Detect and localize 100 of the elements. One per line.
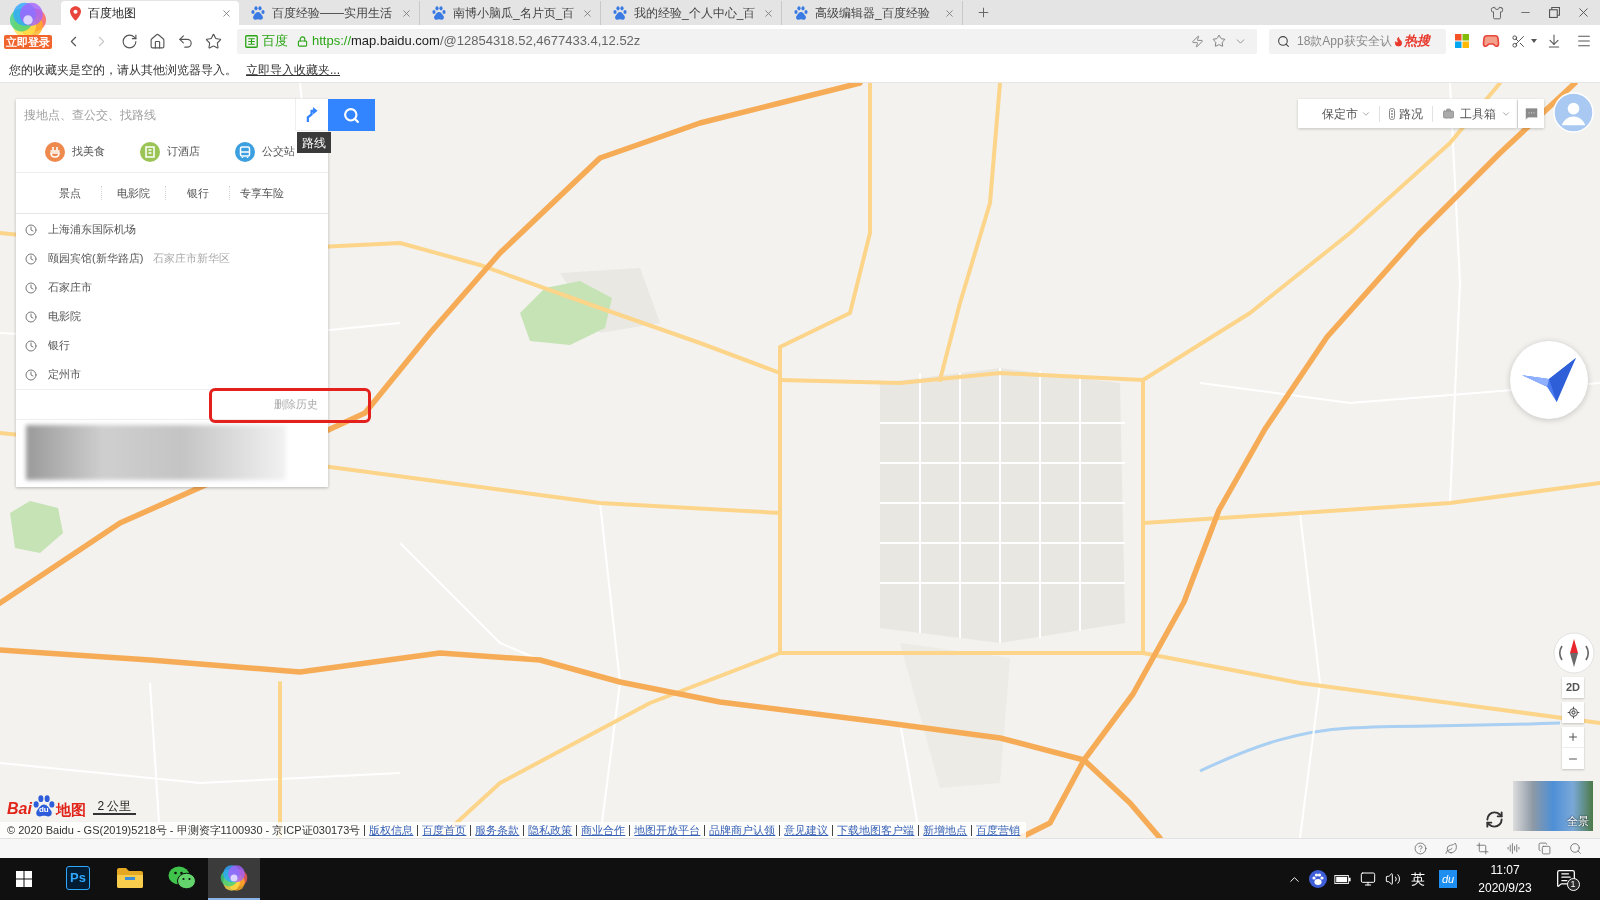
battery-icon[interactable] [1334, 874, 1351, 884]
clock-date[interactable]: 2020/9/23 [1478, 879, 1532, 897]
history-item[interactable]: 颐园宾馆(新华路店) 石家庄市新华区 [16, 244, 328, 273]
traffic-light-icon [1389, 107, 1395, 120]
notification-badge: 1 [1566, 878, 1580, 891]
volume-icon[interactable] [1384, 871, 1401, 887]
address-bar[interactable]: 百度 https://map.baidu.com/@12854318.52,4677433.4,12.52z [237, 28, 1257, 54]
footer-link[interactable]: 商业合作 [581, 821, 626, 838]
download-icon[interactable] [1546, 33, 1562, 49]
paw-icon [794, 6, 808, 20]
certificate-icon [245, 34, 258, 48]
search-field[interactable]: 18款App获安全认 热搜 [1269, 28, 1446, 54]
clock-icon [25, 368, 37, 381]
leaf-icon[interactable] [1445, 842, 1458, 855]
caret-icon[interactable] [1531, 39, 1537, 43]
close-tab-icon[interactable] [401, 7, 412, 19]
clock-icon [25, 339, 37, 352]
undo-icon[interactable] [176, 32, 194, 50]
reload-icon[interactable] [120, 32, 138, 50]
footer-link[interactable]: 百度营销 [976, 821, 1021, 838]
view-mode-button[interactable]: 2D [1562, 677, 1584, 698]
quick-link[interactable]: 专享车险 [240, 184, 284, 202]
notifications-icon[interactable] [1555, 868, 1576, 888]
route-tooltip: 路线 [297, 132, 331, 153]
hot-search-link[interactable]: 热搜 [1404, 31, 1430, 51]
history-item[interactable]: 上海浦东国际机场 [16, 215, 328, 244]
ime-indicator[interactable]: 英 [1411, 868, 1425, 890]
footer-link[interactable]: 地图开放平台 [634, 821, 701, 838]
network-icon[interactable] [1359, 871, 1376, 887]
search-icon [1277, 34, 1290, 48]
footer-link[interactable]: 意见建议 [784, 821, 829, 838]
question-icon[interactable] [1414, 842, 1427, 855]
locate-button[interactable] [1562, 702, 1584, 723]
close-tab-icon[interactable] [944, 7, 955, 19]
lightning-icon[interactable] [1191, 34, 1204, 48]
overlapping-squares-icon[interactable] [1538, 842, 1551, 855]
taskbar-app-button[interactable]: Ps [52, 858, 104, 900]
search-icon [343, 106, 360, 124]
close-tab-icon[interactable] [582, 7, 593, 19]
bookmark-star-icon[interactable] [1212, 34, 1226, 48]
tiles-icon[interactable] [1454, 34, 1469, 48]
close-icon[interactable] [1576, 5, 1591, 20]
footer-link[interactable]: 下载地图客户端 [837, 821, 915, 838]
city-switch-button[interactable]: 保定市 [1298, 104, 1379, 123]
history-item[interactable]: 电影院 [16, 302, 328, 331]
footer-link[interactable]: 隐私政策 [528, 821, 573, 838]
quick-link[interactable]: 景点 [58, 184, 81, 202]
shirt-icon[interactable] [1489, 5, 1504, 20]
close-tab-icon[interactable] [221, 7, 232, 19]
star-icon[interactable] [204, 32, 222, 50]
browser-tab[interactable]: 百度地图 [61, 1, 239, 25]
site-name: 百度 [262, 32, 288, 51]
search-button[interactable] [328, 99, 375, 131]
category-button[interactable]: 公交站 [235, 141, 295, 162]
clock-time[interactable]: 11:07 [1490, 861, 1520, 879]
history-item[interactable]: 定州市 [16, 360, 328, 389]
search-icon[interactable] [1569, 842, 1582, 855]
quick-link[interactable]: 银行 [186, 184, 209, 202]
paw-icon [613, 6, 627, 20]
sound-bars-icon[interactable] [1507, 842, 1520, 855]
scissors-icon[interactable] [1510, 33, 1526, 49]
flame-icon [1393, 35, 1404, 47]
close-tab-icon[interactable] [763, 7, 774, 19]
crop-icon[interactable] [1476, 842, 1489, 855]
paw-tray-icon[interactable] [1309, 870, 1327, 888]
footer-link[interactable]: 新增地点 [923, 821, 968, 838]
footer-link[interactable]: 版权信息 [369, 821, 414, 838]
map-pin-icon [70, 5, 81, 21]
traffic-button[interactable]: 路况 [1380, 104, 1432, 123]
clock-icon [25, 252, 37, 265]
locate-icon [1566, 706, 1580, 719]
restore-icon[interactable] [1549, 7, 1560, 18]
footer-link[interactable]: 品牌商户认领 [709, 821, 776, 838]
footer-link[interactable]: 百度首页 [422, 821, 467, 838]
taskbar-app-button[interactable] [208, 858, 260, 900]
footer-link[interactable]: 服务条款 [475, 821, 520, 838]
copyright-text: © 2020 Baidu - GS(2019)5218号 - 甲测资字1100930 - 京ICP证030173号 [7, 822, 361, 838]
plus-icon [1567, 731, 1579, 743]
start-icon[interactable] [16, 871, 32, 887]
menu-icon[interactable] [1575, 33, 1592, 49]
colorful-circle-icon [220, 864, 248, 892]
refresh-icon[interactable] [1485, 810, 1504, 829]
category-button[interactable]: 找美食 [45, 141, 105, 162]
bookmarks-message: 您的收藏夹是空的，请从其他浏览器导入。 [9, 61, 237, 79]
compass-icon[interactable] [1553, 632, 1595, 674]
quick-link[interactable]: 电影院 [117, 184, 150, 202]
search-input[interactable]: 18款App获安全认 [1297, 32, 1393, 50]
paw-icon [251, 6, 265, 20]
history-item[interactable]: 银行 [16, 331, 328, 360]
category-button[interactable]: 订酒店 [140, 141, 200, 162]
home-icon[interactable] [148, 32, 166, 50]
new-tab-icon[interactable] [976, 5, 991, 20]
place-search-field[interactable]: 搜地点、查公交、找路线 [16, 98, 295, 131]
message-button[interactable] [1518, 99, 1544, 128]
history-item[interactable]: 石家庄市 [16, 273, 328, 302]
paw-logo-icon [32, 795, 55, 817]
gamepad-icon[interactable] [1482, 32, 1500, 50]
logo-text: 地图 [55, 802, 86, 817]
toolbox-button[interactable]: 工具箱 [1433, 104, 1517, 123]
import-bookmarks-link[interactable]: 立即导入收藏夹... [246, 60, 340, 79]
